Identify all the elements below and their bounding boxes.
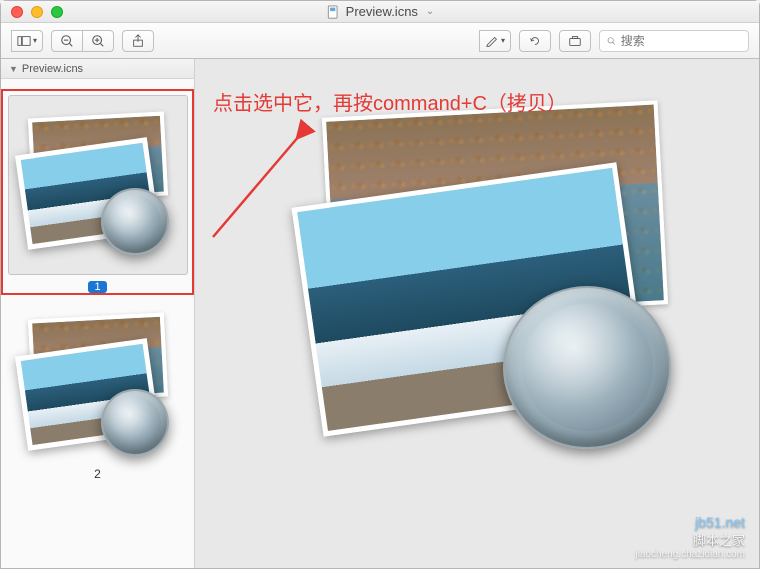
zoom-in-button[interactable] — [82, 30, 114, 52]
toolbar: ▾ ▾ — [1, 23, 759, 59]
selected-badge: 1 — [7, 281, 188, 293]
traffic-lights — [11, 6, 63, 18]
zoom-group — [51, 30, 114, 52]
close-button[interactable] — [11, 6, 23, 18]
minimize-button[interactable] — [31, 6, 43, 18]
watermark-text-1: 脚本之家 — [635, 530, 745, 549]
thumbnail-list[interactable]: 1 2 — [1, 79, 194, 503]
instruction-annotation: 点击选中它，再按command+C（拷贝） — [213, 87, 567, 116]
window-title: Preview.icns ⌄ — [326, 4, 435, 19]
preview-window: Preview.icns ⌄ ▾ ▾ ▼ Preview.icns — [0, 0, 760, 569]
title-bar: Preview.icns ⌄ — [1, 1, 759, 23]
thumbnail-image[interactable] — [8, 95, 188, 275]
watermark-text-2: jiaocheng.chazidian.com — [635, 549, 745, 560]
watermark: jb51.net 脚本之家 jiaocheng.chazidian.com — [635, 514, 745, 560]
search-field[interactable] — [599, 30, 749, 52]
preview-app-icon — [285, 109, 705, 449]
title-text: Preview.icns — [346, 4, 418, 19]
view-mode-group: ▾ — [11, 30, 43, 52]
sidebar-title: Preview.icns — [22, 63, 83, 75]
watermark-url: jb51.net — [635, 514, 745, 530]
search-icon — [606, 35, 617, 47]
thumbnail-item-1[interactable]: 1 — [1, 89, 194, 295]
document-icon — [326, 5, 340, 19]
content-area: ▼ Preview.icns 1 — [1, 59, 759, 568]
sidebar-header[interactable]: ▼ Preview.icns — [1, 59, 194, 79]
annotation-arrow-icon — [205, 119, 325, 249]
disclosure-triangle-icon[interactable]: ▼ — [9, 64, 18, 74]
highlight-button[interactable]: ▾ — [479, 30, 511, 52]
search-input[interactable] — [621, 34, 742, 48]
thumbnail-label: 2 — [5, 467, 190, 481]
thumbnail-image[interactable] — [8, 311, 188, 461]
share-button[interactable] — [122, 30, 154, 52]
maximize-button[interactable] — [51, 6, 63, 18]
sidebar-view-button[interactable]: ▾ — [11, 30, 43, 52]
markup-group: ▾ — [479, 30, 511, 52]
title-chevron-icon[interactable]: ⌄ — [426, 6, 434, 17]
sidebar: ▼ Preview.icns 1 — [1, 59, 195, 568]
thumbnail-item-2[interactable]: 2 — [1, 307, 194, 481]
zoom-out-button[interactable] — [51, 30, 83, 52]
main-canvas[interactable]: 点击选中它，再按command+C（拷贝） jb51.net 脚本之家 jiao… — [195, 59, 759, 568]
markup-toolbar-button[interactable] — [559, 30, 591, 52]
rotate-button[interactable] — [519, 30, 551, 52]
